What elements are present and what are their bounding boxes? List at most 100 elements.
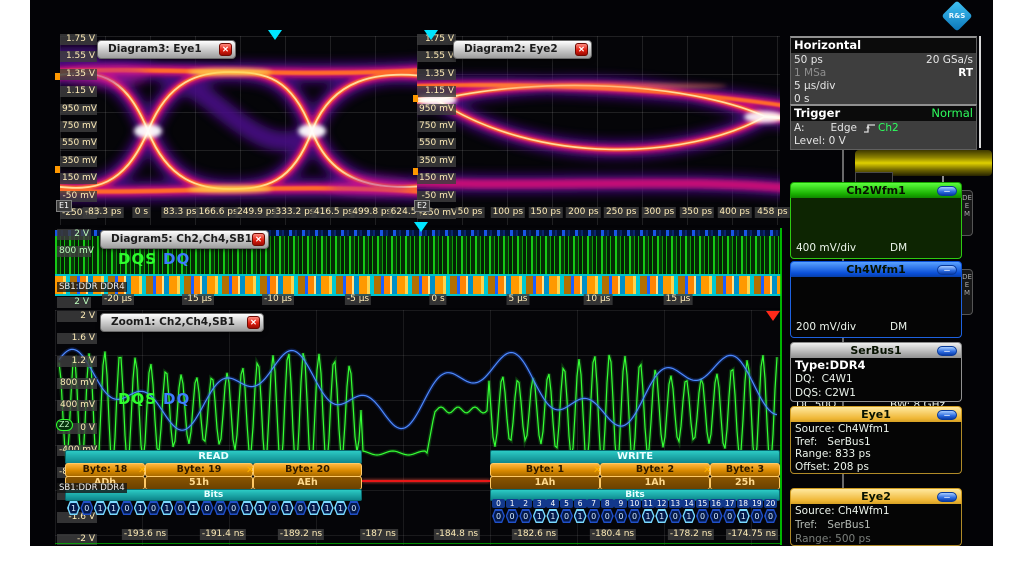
axis-tick-label: 5 µs: [506, 294, 529, 305]
axis-tick-label: -15 µs: [182, 294, 214, 305]
axis-tick-label: 250 ps: [604, 207, 638, 218]
axis-tick-label: 400 ps: [717, 207, 751, 218]
bit-cell: 1: [160, 501, 173, 515]
axis-tick-label: 2 V: [57, 311, 97, 322]
write-byte-value: 1Ah: [490, 476, 600, 490]
ch2wfm1-card[interactable]: Ch2Wfm1 – 400 mV/div 0 div DC 50Ω Sample…: [790, 182, 962, 259]
trigger-settings-panel[interactable]: TriggerNormal A: Edge Ch2 Level: 0 V: [790, 104, 977, 150]
ch2-deembed-tab[interactable]: DEEM: [962, 190, 973, 236]
bit-cell: 1: [574, 509, 587, 523]
diagram2-level-tick[interactable]: [413, 95, 418, 102]
axis-tick-label: -182.6 ns: [512, 529, 558, 540]
serbus1-minimize-button[interactable]: –: [937, 346, 957, 356]
diagram2-eye2-plot[interactable]: 1.75 V1.55 V1.35 V1.15 V950 mV750 mV550 …: [417, 36, 780, 225]
write-byte-value: 25h: [710, 476, 780, 490]
bit-index-label: 2: [519, 499, 532, 508]
bus-decode-overview-track: [55, 274, 781, 296]
eye1-marker-badge[interactable]: E1: [56, 200, 72, 212]
axis-tick-label: -180.4 ns: [590, 529, 636, 540]
axis-tick-label: 350 mV: [417, 156, 456, 167]
axis-tick-label: 550 mV: [417, 138, 456, 149]
zoom1-title-tab[interactable]: Zoom1: Ch2,Ch4,SB1 ✕: [100, 313, 264, 332]
serbus-dqs-source: DQS: C2W1: [791, 387, 961, 401]
bit-cell: 0: [80, 501, 93, 515]
diagram3-level-tick2[interactable]: [55, 166, 60, 173]
diagram3-level-tick[interactable]: [55, 73, 60, 80]
bit-cell: 0: [560, 509, 573, 523]
diagram2-close-button[interactable]: ✕: [575, 43, 588, 56]
axis-tick-label: -5 µs: [345, 294, 371, 305]
trigger-position-line[interactable]: [780, 228, 782, 545]
axis-tick-label: 150 mV: [60, 173, 97, 184]
eye2-card[interactable]: Eye2 – Source: Ch4Wfm1 Tref: SerBus1 Ran…: [790, 488, 962, 546]
bit-index-label: 4: [546, 499, 559, 508]
bit-index-label: 6: [574, 499, 587, 508]
eye1-title: Eye1: [861, 408, 891, 421]
diagram2-title-tab[interactable]: Diagram2: Eye2 ✕: [453, 40, 592, 59]
bus-idle-line: [362, 480, 490, 482]
diagram2-reference-marker[interactable]: [424, 30, 438, 40]
bit-cell: 1: [737, 509, 750, 523]
diagram2-level-tick2[interactable]: [413, 168, 418, 175]
axis-tick-label: 200 ps: [566, 207, 600, 218]
axis-tick-label: 458 ps: [755, 207, 789, 218]
write-byte-name: Byte: 3: [710, 463, 780, 477]
ch4-deembed-tab[interactable]: DEEM: [962, 269, 973, 315]
axis-tick-label: 750 mV: [60, 121, 97, 132]
ch4wfm1-minimize-button[interactable]: –: [937, 265, 957, 275]
axis-tick-label: -184.8 ns: [434, 529, 480, 540]
axis-tick-label: 1.35 V: [417, 69, 456, 80]
zoom1-trigger-marker[interactable]: [766, 311, 780, 321]
horizontal-resolution: 50 ps: [794, 54, 823, 67]
axis-tick-label: 499.8 ps: [350, 207, 393, 218]
bit-cell: 0: [294, 501, 307, 515]
diagram3-eye1-plot[interactable]: 1.75 V1.55 V1.35 V1.15 V950 mV750 mV550 …: [60, 36, 417, 225]
zoom1-title: Zoom1: Ch2,Ch4,SB1: [111, 316, 235, 328]
eye1-card[interactable]: Eye1 – Source: Ch4Wfm1 Tref: SerBus1 Ran…: [790, 406, 962, 474]
zoom1-close-button[interactable]: ✕: [247, 316, 260, 329]
ch2wfm1-title: Ch2Wfm1: [846, 184, 906, 197]
bit-cell: 1: [67, 501, 80, 515]
eye2-marker-badge[interactable]: E2: [414, 200, 430, 212]
bit-cell: 1: [254, 501, 267, 515]
axis-tick-label: 350 mV: [60, 156, 97, 167]
bit-index-label: 1: [506, 499, 519, 508]
bit-index-label: 12: [655, 499, 668, 508]
ch2wfm1-minimize-button[interactable]: –: [937, 186, 957, 196]
trigger-panel-title: Trigger: [794, 106, 840, 121]
axis-tick-label: 1.75 V: [60, 34, 97, 45]
eye2-minimize-button[interactable]: –: [937, 492, 957, 502]
zoom1-plot[interactable]: READ Byte: 18 Byte: 19 Byte: 20 ADh 51h …: [55, 310, 781, 545]
diagram3-title-tab[interactable]: Diagram3: Eye1 ✕: [97, 40, 236, 59]
bit-cell: 0: [750, 509, 763, 523]
eye2-range: Range: 500 ps: [791, 533, 961, 546]
bit-cell: 1: [94, 501, 107, 515]
horizontal-settings-panel[interactable]: Horizontal 50 ps20 GSa/s 1 MSaRT 5 µs/di…: [790, 36, 977, 108]
diagram5-y-bottom-label: 2 V: [57, 297, 91, 308]
axis-tick-label: 10 µs: [584, 294, 613, 305]
eye2-diagram-image: [417, 36, 780, 225]
eye1-minimize-button[interactable]: –: [937, 410, 957, 420]
bit-index-label: 20: [764, 499, 777, 508]
zoom2-marker-badge[interactable]: Z2: [56, 419, 73, 431]
diagram3-close-button[interactable]: ✕: [219, 43, 232, 56]
byte-boundary-marker: ✕: [593, 466, 601, 476]
bit-cell: 1: [642, 509, 655, 523]
eye1-offset: Offset: 208 ps: [791, 461, 961, 474]
diagram5-close-button[interactable]: ✕: [252, 233, 265, 246]
read-byte-value: AEh: [253, 476, 362, 490]
diagram3-reference-marker[interactable]: [268, 30, 282, 40]
bit-cell: 0: [723, 509, 736, 523]
diagram3-title: Diagram3: Eye1: [108, 43, 202, 55]
diagram5-trigger-marker[interactable]: [414, 222, 428, 232]
diagram5-title-tab[interactable]: Diagram5: Ch2,Ch4,SB1 ✕: [100, 230, 269, 249]
horizontal-sample-rate: 20 GSa/s: [926, 54, 973, 67]
axis-tick-label: 550 mV: [60, 138, 97, 149]
axis-tick-label: -20 µs: [102, 294, 134, 305]
serbus1-card[interactable]: SerBus1 – Type:DDR4 DQ: C4W1 DQS: C2W1: [790, 342, 962, 402]
bit-cell: 1: [187, 501, 200, 515]
bit-cell: 0: [147, 501, 160, 515]
ch4wfm1-card[interactable]: Ch4Wfm1 – 200 mV/div 0 div DC 50Ω Sample…: [790, 261, 962, 338]
axis-tick-label: -10 µs: [262, 294, 294, 305]
read-byte-name: Byte: 18: [65, 463, 145, 477]
